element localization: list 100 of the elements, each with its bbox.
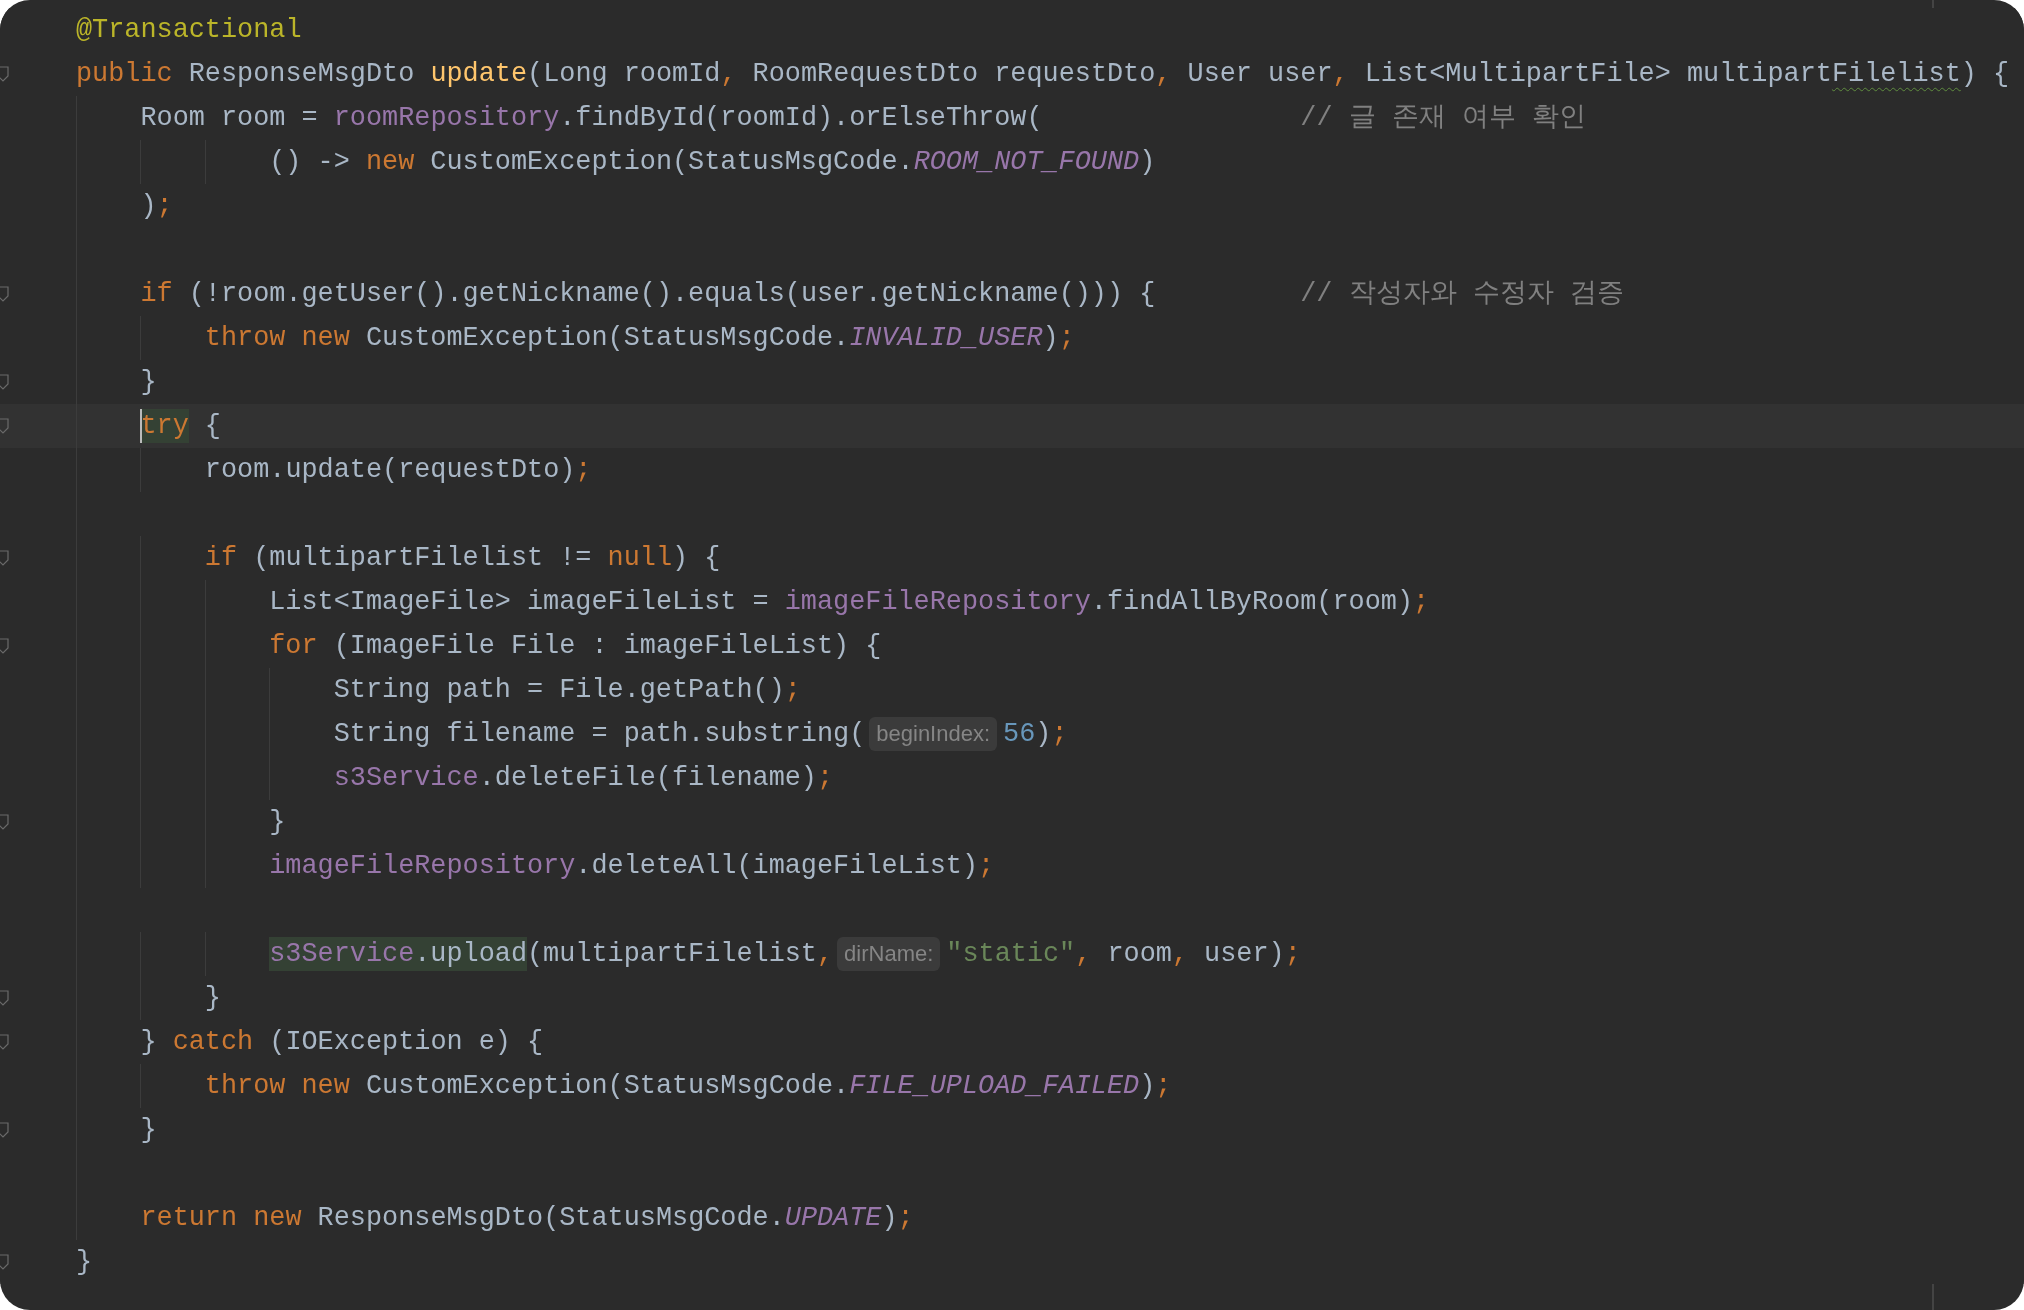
fold-marker-icon[interactable] [0,66,9,82]
fold-marker-icon[interactable] [0,550,9,566]
code-text: ) { [672,542,721,575]
code-text: ResponseMsgDto(StatusMsgCode. [316,1202,785,1235]
code-text: .findById(roomId).orElseThrow( [559,102,1044,135]
parameter-hint: beginIndex: [869,717,998,751]
punctuation: ; [816,762,834,795]
punctuation: ; [784,674,801,707]
code-text: room.update(requestDto) [204,454,576,487]
punctuation: ; [1284,938,1301,971]
code-text: (IOException e) { [268,1026,544,1059]
punctuation: , [1075,938,1092,971]
code-comment: // 작성자와 수정자 검증 [1300,278,1624,311]
string-literal: "static" [946,938,1076,971]
keyword: return new [140,1202,302,1235]
fold-marker-icon[interactable] [0,638,9,654]
code-text: ResponseMsgDto [187,58,416,91]
code-text: String filename = path.substring( [333,718,866,751]
constant-name: FILE_UPLOAD_FAILED [849,1070,1140,1103]
fold-marker-icon[interactable] [0,286,9,302]
code-comment: // 글 존재 여부 확인 [1300,102,1586,135]
code-text: room [1106,938,1172,971]
code-text: (multipartFilelist [527,938,817,971]
code-text: (!room.getUser().getNickname().equals(user.getNickname())) { [187,278,1157,311]
keyword: null [607,542,672,575]
keyword: public [76,58,173,91]
punctuation: , [817,938,834,971]
code-text: List<MultipartFile> multipart [1363,58,1832,91]
code-text: String path = File.getPath() [333,674,785,707]
code-text: user) [1203,938,1285,971]
code-text: ) { [1960,58,2010,91]
fold-marker-icon[interactable] [0,1122,9,1138]
punctuation: ; [1413,586,1430,619]
code-text: (Long roomId [527,58,721,91]
code-text: List<ImageFile> imageFileList = [269,586,770,619]
code-text: { [203,410,221,443]
punctuation: , [1332,58,1349,91]
fold-marker-icon[interactable] [0,814,9,830]
keyword: if [204,542,238,575]
keyword: throw new [204,1070,350,1103]
code-text: } [204,982,221,1015]
code-text: ) [1139,146,1156,179]
constant-name: INVALID_USER [849,322,1043,355]
code-text: } [140,1026,158,1059]
fold-marker-icon[interactable] [0,990,9,1006]
text-cursor [140,409,143,443]
punctuation: ; [978,850,995,883]
field-name: s3Service [269,937,415,971]
fold-marker-icon[interactable] [0,374,9,390]
field-name: imageFileRepository [784,586,1091,619]
punctuation: , [1155,58,1172,91]
code-text: .upload [414,937,527,971]
punctuation: ; [897,1202,914,1235]
punctuation: ; [1155,1070,1172,1103]
fold-marker-icon[interactable] [0,418,9,434]
field-name: s3Service [333,762,479,795]
punctuation: ; [1058,322,1075,355]
code-text: CustomException(StatusMsgCode. [429,146,914,179]
keyword: try [140,409,189,443]
method-name: update [430,58,528,91]
keyword: new [365,146,415,179]
code-text: .deleteFile(filename) [478,762,817,795]
code-text: } [269,806,286,839]
code-text: } [140,1114,157,1147]
constant-name: UPDATE [784,1202,882,1235]
code-text: ) [1035,718,1052,751]
punctuation: , [720,58,737,91]
code-text: .deleteAll(imageFileList) [575,850,979,883]
code-text: ) [1139,1070,1156,1103]
keyword: throw new [204,322,350,355]
keyword: for [269,630,318,663]
annotation: @Transactional [76,14,302,47]
code-text: ) [140,190,157,223]
punctuation: ; [156,190,173,223]
code-text: } [140,366,157,399]
code-text: () -> [269,146,351,179]
code-text: ) [881,1202,898,1235]
code-text: CustomException(StatusMsgCode. [364,322,850,355]
code-text: (ImageFile File : imageFileList) { [332,630,882,663]
keyword: if [140,278,173,311]
keyword: catch [172,1026,254,1059]
field-name: imageFileRepository [269,850,576,883]
field-name: roomRepository [333,102,560,135]
punctuation: , [1171,938,1188,971]
code-text: Filelist [1831,58,1961,91]
code-text: Room room = [140,102,319,135]
fold-marker-icon[interactable] [0,1034,9,1050]
code-text: } [76,1246,93,1279]
constant-name: ROOM_NOT_FOUND [913,146,1140,179]
number-literal: 56 [1003,718,1036,751]
punctuation: ; [1051,718,1068,751]
code-text: ) [1042,322,1059,355]
punctuation: ; [575,454,592,487]
parameter-hint: dirName: [837,937,941,971]
code-text: User user [1186,58,1333,91]
fold-marker-icon[interactable] [0,1254,9,1270]
code-text: (multipartFilelist != [252,542,593,575]
code-text: CustomException(StatusMsgCode. [364,1070,850,1103]
code-text: RoomRequestDto requestDto [751,58,1156,91]
code-text: .findAllByRoom(room) [1090,586,1413,619]
